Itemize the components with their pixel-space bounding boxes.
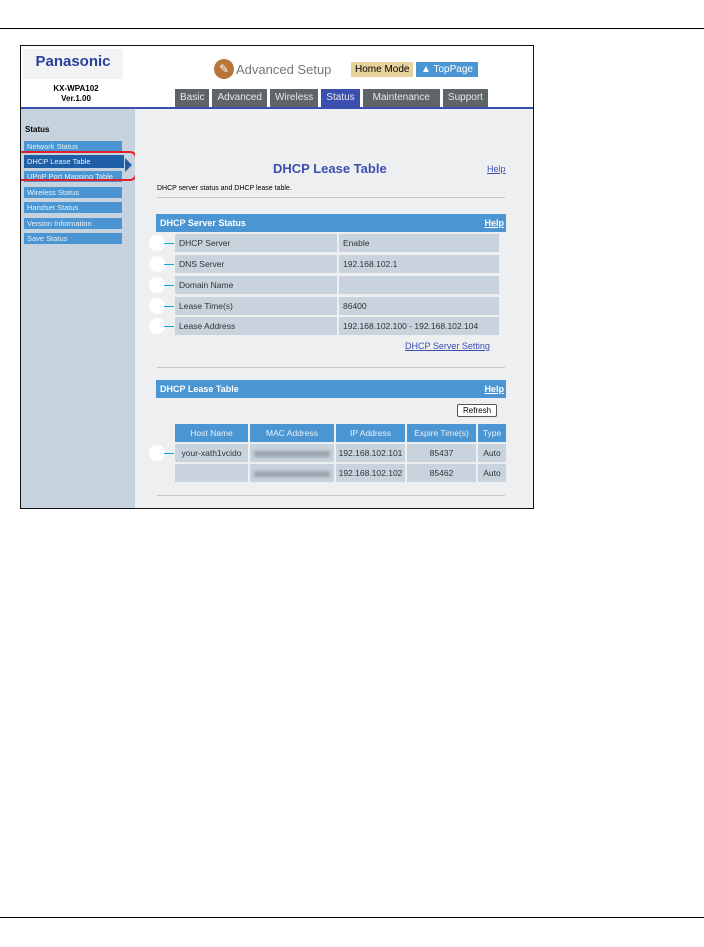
top-page-button[interactable]: ▲ TopPage [416,62,478,77]
advanced-setup-title: ✎ Advanced Setup [214,59,331,79]
cell-mac-blurred [250,444,334,462]
col-host-name: Host Name [175,424,248,442]
screenshot-frame: Panasonic KX-WPA102 Ver.1.00 ✎ Advanced Se… [20,45,534,509]
server-status-header: DHCP Server Status Help [156,214,506,232]
cell-type: Auto [478,444,506,462]
cell-mac-blurred [250,464,334,482]
cell-host [175,464,248,482]
callout-line [164,306,174,307]
page-top-rule [0,28,704,29]
divider [157,495,505,496]
sidebar-heading: Status [25,125,50,134]
wrench-icon: ✎ [214,59,234,79]
callout-circle [149,318,165,334]
callout-line [164,453,174,454]
section-title: DHCP Lease Table [160,384,239,394]
row-value: 192.168.102.100 - 192.168.102.104 [339,317,499,335]
help-link[interactable]: Help [484,380,504,398]
tab-basic[interactable]: Basic [175,89,210,107]
callout-line [164,264,174,265]
cell-expire: 85437 [407,444,476,462]
model-info: KX-WPA102 Ver.1.00 [21,84,131,104]
sidebar-item-wireless-status[interactable]: Wireless Status [24,187,122,198]
page-description: DHCP server status and DHCP lease table. [157,185,292,192]
sidebar-item-handset-status[interactable]: Handset Status [24,202,122,213]
tab-support[interactable]: Support [442,89,488,107]
dhcp-server-setting-link[interactable]: DHCP Server Setting [405,341,490,351]
tab-advanced[interactable]: Advanced [212,89,267,107]
col-type: Type [478,424,506,442]
col-mac-address: MAC Address [250,424,334,442]
cell-ip: 192.168.102.102 [336,464,405,482]
sidebar-item-version-information[interactable]: Version Information [24,218,122,229]
top-page-label: TopPage [433,64,473,75]
row-value: 86400 [339,297,499,315]
row-value: 192.168.102.1 [339,255,499,273]
tab-maintenance[interactable]: Maintenance [362,89,440,107]
page-bottom-rule [0,917,704,918]
content-area: DHCP Lease Table Help DHCP server status… [135,109,533,508]
refresh-button[interactable]: Refresh [457,404,498,417]
divider [157,197,505,198]
cell-type: Auto [478,464,506,482]
callout-circle [149,277,165,293]
row-label: DNS Server [175,255,337,273]
divider [157,367,505,368]
tab-wireless[interactable]: Wireless [269,89,319,107]
tab-status[interactable]: Status [321,89,360,107]
callout-circle [149,235,165,251]
col-ip-address: IP Address [336,424,405,442]
cell-ip: 192.168.102.101 [336,444,405,462]
page-title: DHCP Lease Table [273,161,387,176]
callout-line [164,285,174,286]
row-value: Enable [339,234,499,252]
row-label: DHCP Server [175,234,337,252]
callout-line [164,243,174,244]
up-arrow-icon: ▲ [421,64,434,75]
section-title: DHCP Server Status [160,218,246,228]
help-link[interactable]: Help [484,214,504,232]
callout-circle [149,298,165,314]
row-label: Lease Time(s) [175,297,337,315]
version: Ver.1.00 [61,94,91,103]
row-value [339,276,499,294]
home-mode-button[interactable]: Home Mode [351,62,414,77]
cell-host: your-xath1vcido [175,444,248,462]
callout-circle [149,445,165,461]
lease-table-header: DHCP Lease Table Help [156,380,506,398]
callout-circle [149,256,165,272]
row-label: Domain Name [175,276,337,294]
callout-line [164,326,174,327]
model-name: KX-WPA102 [53,84,99,93]
sidebar-item-save-status[interactable]: Save Status [24,233,122,244]
main-tabs: Basic Advanced Wireless Status Maintenan… [175,89,488,107]
highlight-callout [21,151,137,181]
col-expire-time: Expire Time(s) [407,424,476,442]
cell-expire: 85462 [407,464,476,482]
row-label: Lease Address [175,317,337,335]
help-link[interactable]: Help [487,164,506,174]
title-text: Advanced Setup [236,61,332,77]
brand-logo: Panasonic [23,49,123,79]
